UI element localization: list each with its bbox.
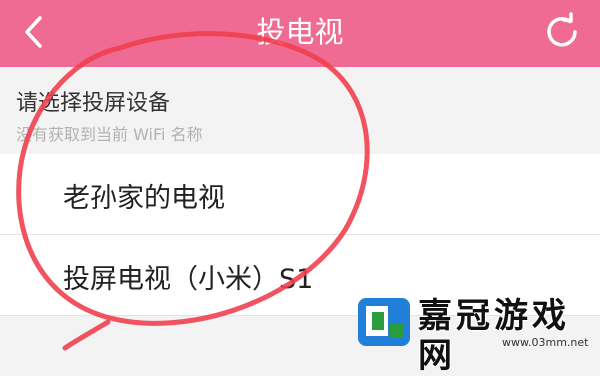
site-watermark-url: www.03mm.net (502, 336, 589, 349)
device-label: 老孙家的电视 (63, 183, 225, 214)
device-label: 投屏电视（小米）S1 (63, 264, 314, 295)
section-title: 请选择投屏设备 (16, 91, 171, 116)
refresh-icon (547, 12, 577, 47)
site-watermark: 嘉冠游戏网 www.03mm.net (352, 294, 600, 376)
refresh-button[interactable] (542, 12, 582, 52)
device-list: 老孙家的电视 投屏电视（小米）S1 (0, 154, 600, 316)
wifi-status-text: 没有获取到当前 WiFi 名称 (16, 125, 203, 144)
device-section-header: 请选择投屏设备 没有获取到当前 WiFi 名称 (0, 67, 600, 154)
device-item[interactable]: 老孙家的电视 (0, 154, 600, 235)
site-logo-icon (358, 298, 410, 346)
page-title: 投电视 (256, 15, 344, 49)
app-header: 投电视 (0, 0, 600, 67)
